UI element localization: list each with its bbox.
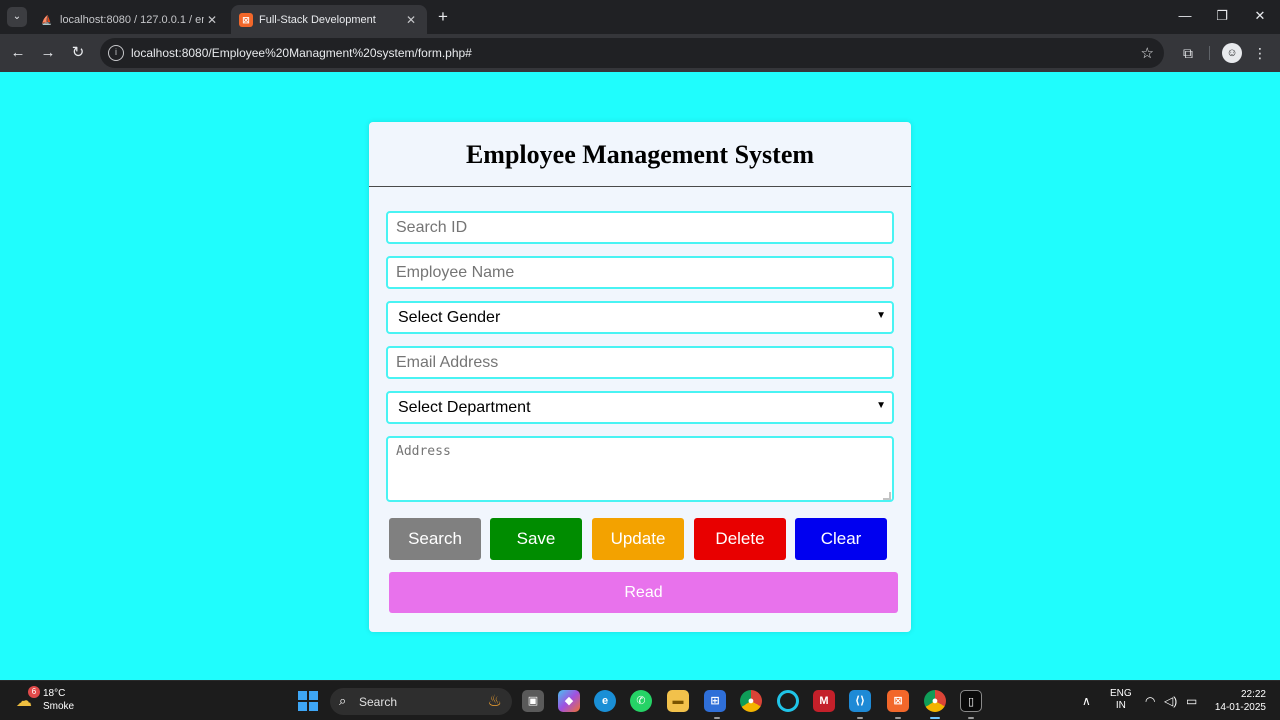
- search-icon: ⌕: [339, 693, 347, 708]
- restore-icon[interactable]: ❐: [1212, 8, 1232, 24]
- phpmyadmin-icon: ⛵: [41, 14, 53, 25]
- vscode-icon[interactable]: ⟨⟩: [849, 690, 871, 712]
- address-textarea[interactable]: [386, 436, 894, 502]
- browser-tab-strip: ⌄ ⛵ localhost:8080 / 127.0.0.1 / employe…: [0, 0, 1280, 34]
- windows-taskbar: ☁ 6 18°C Smoke ⌕ Search ♨ ▣ ◆ e ✆ ▬ ⊞ ● …: [0, 680, 1280, 720]
- taskbar-search-label: Search: [359, 695, 398, 709]
- copilot-icon[interactable]: ◆: [558, 690, 580, 712]
- file-explorer-icon[interactable]: ▬: [667, 690, 689, 712]
- task-view-icon[interactable]: ▣: [522, 690, 544, 712]
- language-code: ENG: [1110, 688, 1132, 699]
- language-region: IN: [1115, 700, 1126, 711]
- active-indicator: [930, 717, 940, 719]
- cortana-icon[interactable]: [777, 690, 799, 712]
- search-button[interactable]: Search: [389, 518, 481, 560]
- wifi-icon[interactable]: ◠: [1145, 694, 1155, 708]
- xampp-icon[interactable]: ⊠: [887, 690, 909, 712]
- weather-badge: 6: [28, 686, 40, 698]
- language-indicator[interactable]: ENG IN: [1110, 688, 1132, 712]
- tab-title: Full-Stack Development: [259, 13, 376, 26]
- clock-time: 22:22: [1240, 689, 1266, 700]
- search-id-input[interactable]: [386, 211, 894, 244]
- browser-toolbar: ← → ↻ i localhost:8080/Employee%20Managm…: [0, 34, 1280, 72]
- chrome-icon[interactable]: ●: [740, 690, 762, 712]
- forward-arrow-icon[interactable]: →: [38, 43, 58, 63]
- department-select[interactable]: Select Department: [386, 391, 894, 424]
- search-highlight-icon: ♨: [487, 693, 502, 710]
- close-tab-icon[interactable]: ✕: [403, 13, 419, 27]
- extensions-puzzle-icon[interactable]: ⧉: [1178, 43, 1198, 63]
- new-tab-plus-icon[interactable]: +: [434, 8, 452, 26]
- bookmark-star-icon[interactable]: ☆: [1141, 44, 1154, 62]
- running-indicator: [857, 717, 863, 719]
- employee-form-card: Employee Management System Select Gender…: [369, 122, 911, 632]
- clear-button[interactable]: Clear: [795, 518, 887, 560]
- page-viewport: Employee Management System Select Gender…: [0, 72, 1280, 680]
- terminal-icon[interactable]: ▯: [960, 690, 982, 712]
- mcafee-icon[interactable]: M: [813, 690, 835, 712]
- chrome-active-icon[interactable]: ●: [924, 690, 946, 712]
- delete-button[interactable]: Delete: [694, 518, 786, 560]
- system-clock[interactable]: 22:22 14-01-2025: [1210, 688, 1266, 714]
- running-indicator: [895, 717, 901, 719]
- profile-avatar-icon[interactable]: ☺: [1222, 43, 1242, 63]
- edge-browser-icon[interactable]: e: [594, 690, 616, 712]
- read-button[interactable]: Read: [389, 572, 898, 613]
- address-bar[interactable]: i localhost:8080/Employee%20Managment%20…: [100, 38, 1164, 68]
- email-address-input[interactable]: [386, 346, 894, 379]
- clock-date: 14-01-2025: [1214, 702, 1266, 713]
- tab-title: localhost:8080 / 127.0.0.1 / employee: [60, 13, 204, 26]
- windows-start-icon[interactable]: [298, 691, 318, 711]
- employee-name-input[interactable]: [386, 256, 894, 289]
- xampp-icon: ⊠: [239, 12, 253, 27]
- toolbar-divider: [1209, 46, 1210, 60]
- tab-full-stack-development[interactable]: ⊠ Full-Stack Development ✕: [231, 5, 427, 34]
- running-indicator: [714, 717, 720, 719]
- save-button[interactable]: Save: [490, 518, 582, 560]
- reload-icon[interactable]: ↻: [68, 43, 88, 63]
- department-select-wrapper: Select Department ▼: [386, 391, 894, 424]
- gender-select-wrapper: Select Gender ▼: [386, 301, 894, 334]
- show-hidden-icons-chevron-icon[interactable]: ∧: [1082, 694, 1091, 708]
- site-info-icon[interactable]: i: [108, 45, 124, 61]
- window-close-icon[interactable]: ✕: [1250, 8, 1270, 24]
- microsoft-store-icon[interactable]: ⊞: [704, 690, 726, 712]
- weather-temperature[interactable]: 18°C: [43, 688, 65, 699]
- textarea-resize-handle-icon[interactable]: [883, 492, 891, 500]
- volume-icon[interactable]: ◁): [1164, 694, 1177, 708]
- running-indicator: [968, 717, 974, 719]
- back-arrow-icon[interactable]: ←: [8, 43, 28, 63]
- weather-condition[interactable]: Smoke: [43, 701, 74, 712]
- gender-select[interactable]: Select Gender: [386, 301, 894, 334]
- tab-search-chevron-icon[interactable]: ⌄: [7, 7, 27, 27]
- update-button[interactable]: Update: [592, 518, 684, 560]
- page-title: Employee Management System: [465, 140, 815, 169]
- url-text[interactable]: localhost:8080/Employee%20Managment%20sy…: [131, 46, 472, 60]
- close-tab-icon[interactable]: ✕: [204, 13, 220, 27]
- taskbar-search[interactable]: ⌕ Search ♨: [330, 688, 512, 715]
- whatsapp-icon[interactable]: ✆: [630, 690, 652, 712]
- minimize-icon[interactable]: —: [1175, 8, 1195, 23]
- battery-icon[interactable]: ▭: [1186, 694, 1197, 708]
- tab-phpmyadmin[interactable]: ⛵ localhost:8080 / 127.0.0.1 / employee …: [32, 5, 228, 34]
- kebab-menu-icon[interactable]: ⋮: [1250, 43, 1270, 63]
- title-divider: [369, 186, 911, 187]
